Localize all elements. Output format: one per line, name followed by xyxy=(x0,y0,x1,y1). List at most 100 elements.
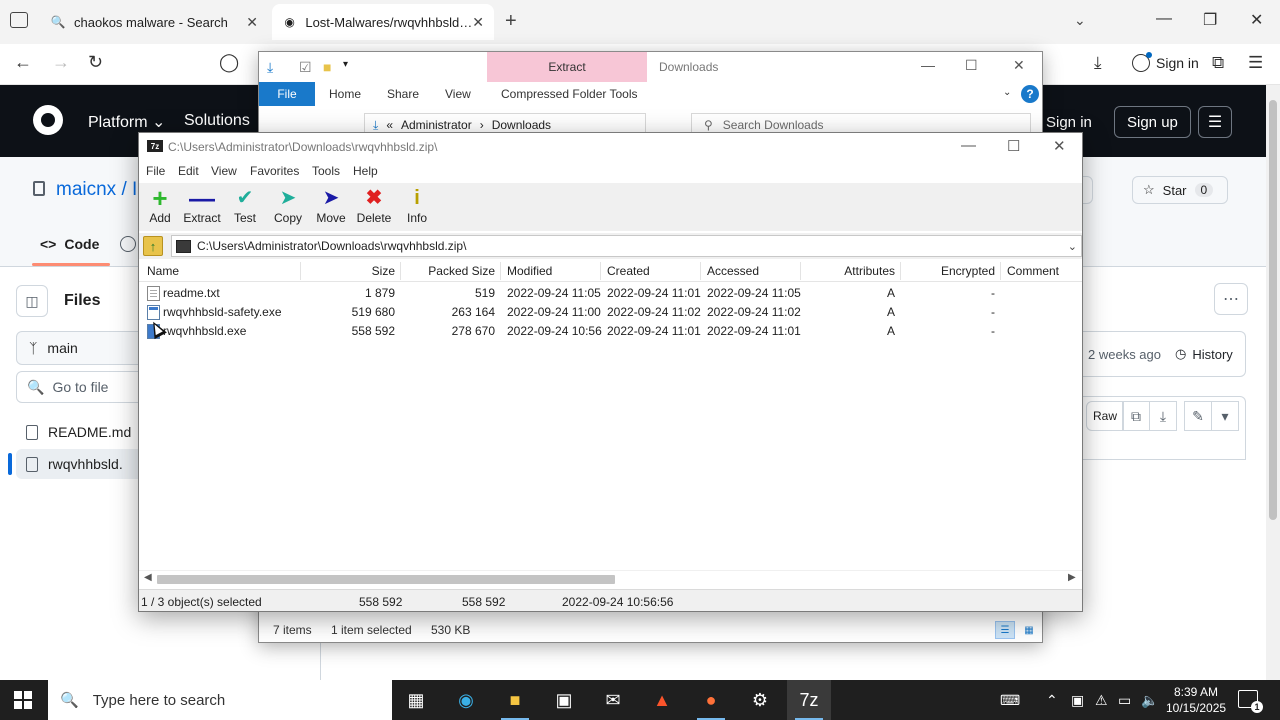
task-view-icon[interactable]: ▦ xyxy=(394,680,438,720)
minimize-icon[interactable]: — xyxy=(921,57,935,73)
file-row-selected[interactable]: rwqvhhbsld.exe 558 592 278 670 2022-09-2… xyxy=(139,322,1082,341)
chevron-down-icon[interactable]: ⌄ xyxy=(1074,12,1086,29)
extract-button[interactable]: — Extract xyxy=(180,185,224,230)
info-button[interactable]: i Info xyxy=(395,186,439,230)
system-clock[interactable]: 8:39 AM 10/15/2025 xyxy=(1166,684,1226,716)
history-button[interactable]: ◷ History xyxy=(1175,346,1233,362)
minimize-icon[interactable]: — xyxy=(961,137,976,154)
issues-icon[interactable] xyxy=(120,236,136,252)
chevron-down-icon[interactable]: ⌄ xyxy=(1068,240,1077,253)
chevron-up-icon[interactable]: ⌃ xyxy=(1046,692,1058,709)
column-divider[interactable] xyxy=(600,262,601,280)
menu-edit[interactable]: Edit xyxy=(178,164,199,178)
sidebar-toggle-icon[interactable]: ◫ xyxy=(16,285,48,317)
column-divider[interactable] xyxy=(1000,262,1001,280)
properties-icon[interactable]: ☑ xyxy=(299,59,312,76)
nav-platform[interactable]: Platform ⌄ xyxy=(88,112,165,132)
breadcrumb-item[interactable]: Downloads xyxy=(492,118,551,132)
menu-view[interactable]: View xyxy=(211,164,237,178)
column-packed-size[interactable]: Packed Size xyxy=(401,264,495,278)
forward-icon[interactable]: → xyxy=(52,52,70,73)
file-row[interactable]: rwqvhhbsld-safety.exe 519 680 263 164 20… xyxy=(139,303,1082,322)
menu-favorites[interactable]: Favorites xyxy=(250,164,299,178)
customize-dropdown-icon[interactable]: ▾ xyxy=(343,59,348,70)
nav-solutions[interactable]: Solutions xyxy=(184,112,250,130)
test-button[interactable]: ✔ Test xyxy=(223,186,267,230)
close-icon[interactable]: ✕ xyxy=(1013,57,1025,74)
maximize-icon[interactable]: ☐ xyxy=(1007,137,1020,155)
menu-tools[interactable]: Tools xyxy=(312,164,340,178)
menu-file[interactable]: File xyxy=(146,164,165,178)
keyboard-icon[interactable]: ⌨ xyxy=(1000,692,1020,709)
move-button[interactable]: ➤ Move xyxy=(309,186,353,230)
chevron-down-icon[interactable]: ▾ xyxy=(1211,401,1239,431)
large-icons-view-icon[interactable]: ▦ xyxy=(1019,621,1039,639)
settings-icon[interactable]: ⚙ xyxy=(738,680,782,720)
ribbon-expand-icon[interactable]: ⌄ xyxy=(1003,87,1011,98)
7zip-icon[interactable]: 7z xyxy=(787,680,831,720)
reload-icon[interactable]: ↻ xyxy=(88,52,103,73)
close-window-icon[interactable]: ✕ xyxy=(1250,10,1263,30)
column-divider[interactable] xyxy=(500,262,501,280)
breadcrumb-item[interactable]: Administrator xyxy=(401,118,472,132)
folder-up-icon[interactable]: ↑ xyxy=(143,236,163,256)
raw-button[interactable]: Raw xyxy=(1086,401,1125,431)
download-icon[interactable]: ⤓ xyxy=(1094,53,1102,73)
tray-security-icon[interactable]: ⚠ xyxy=(1095,692,1108,709)
file-row[interactable]: readme.txt 1 879 519 2022-09-24 11:05 20… xyxy=(139,284,1082,303)
column-encrypted[interactable]: Encrypted xyxy=(901,264,995,278)
browser-tab-github[interactable]: ◉ Lost-Malwares/rwqvhhbsld.zip ✕ xyxy=(272,4,494,40)
help-icon[interactable]: ? xyxy=(1021,85,1039,103)
column-modified[interactable]: Modified xyxy=(507,264,552,278)
mail-icon[interactable]: ✉ xyxy=(591,680,635,720)
repo-owner-link[interactable]: maicnx / I xyxy=(56,179,137,201)
column-accessed[interactable]: Accessed xyxy=(707,264,759,278)
ribbon-file-tab[interactable]: File xyxy=(259,82,315,106)
copy-icon[interactable]: ⧉ xyxy=(1122,401,1150,431)
extensions-icon[interactable]: ⧉ xyxy=(1212,53,1224,73)
scroll-left-icon[interactable]: ◀ xyxy=(144,572,152,583)
ribbon-tab-home[interactable]: Home xyxy=(329,87,361,101)
ribbon-tab-share[interactable]: Share xyxy=(387,87,419,101)
page-scrollbar-thumb[interactable] xyxy=(1269,100,1277,520)
edit-icon[interactable]: ✎ xyxy=(1184,401,1212,431)
browser-signin-button[interactable]: Sign in xyxy=(1132,52,1199,72)
close-icon[interactable]: ✕ xyxy=(1053,137,1066,155)
menu-icon[interactable]: ☰ xyxy=(1248,53,1263,73)
tab-code[interactable]: <> Code xyxy=(40,236,99,252)
notification-icon[interactable] xyxy=(1238,690,1263,713)
column-attributes[interactable]: Attributes xyxy=(801,264,895,278)
maximize-icon[interactable]: ☐ xyxy=(965,57,978,74)
hamburger-icon[interactable]: ☰ xyxy=(1198,106,1232,138)
close-icon[interactable]: ✕ xyxy=(472,14,484,31)
network-icon[interactable]: ▭ xyxy=(1118,692,1131,709)
horizontal-scrollbar[interactable]: ◀ ▶ xyxy=(139,570,1082,586)
ribbon-tab-compressed-folder-tools[interactable]: Compressed Folder Tools xyxy=(501,87,638,101)
volume-icon[interactable]: 🔈 xyxy=(1141,692,1158,709)
browser-tab-search[interactable]: 🔍 chaokos malware - Search ✕ xyxy=(40,4,268,40)
tray-app-icon[interactable]: ▣ xyxy=(1071,692,1084,709)
tab-actions-icon[interactable] xyxy=(10,12,28,28)
restore-icon[interactable]: ❐ xyxy=(1203,10,1217,30)
details-view-icon[interactable]: ☰ xyxy=(995,621,1015,639)
taskbar-search-box[interactable]: 🔍 Type here to search xyxy=(48,680,392,720)
file-explorer-icon[interactable]: ■ xyxy=(493,680,537,720)
windows-start-icon[interactable] xyxy=(14,691,32,709)
add-button[interactable]: + Add xyxy=(138,185,182,230)
ribbon-tab-view[interactable]: View xyxy=(445,87,471,101)
delete-button[interactable]: ✖ Delete xyxy=(352,186,396,230)
column-comment[interactable]: Comment xyxy=(1007,264,1059,278)
more-options-icon[interactable]: ⋯ xyxy=(1214,283,1248,315)
quick-access-download-icon[interactable]: ⤓ xyxy=(267,59,273,76)
github-logo-icon[interactable] xyxy=(33,105,63,135)
column-name[interactable]: Name xyxy=(147,264,179,278)
new-folder-icon[interactable]: ■ xyxy=(323,59,331,75)
brave-icon[interactable]: ▲ xyxy=(640,680,684,720)
context-tab-extract[interactable]: Extract xyxy=(487,52,647,82)
minimize-icon[interactable]: — xyxy=(1156,10,1172,28)
column-divider[interactable] xyxy=(700,262,701,280)
edge-icon[interactable]: ◉ xyxy=(444,680,488,720)
download-icon[interactable]: ⤓ xyxy=(1149,401,1177,431)
scroll-right-icon[interactable]: ▶ xyxy=(1068,572,1076,583)
copy-button[interactable]: ➤ Copy xyxy=(266,186,310,230)
